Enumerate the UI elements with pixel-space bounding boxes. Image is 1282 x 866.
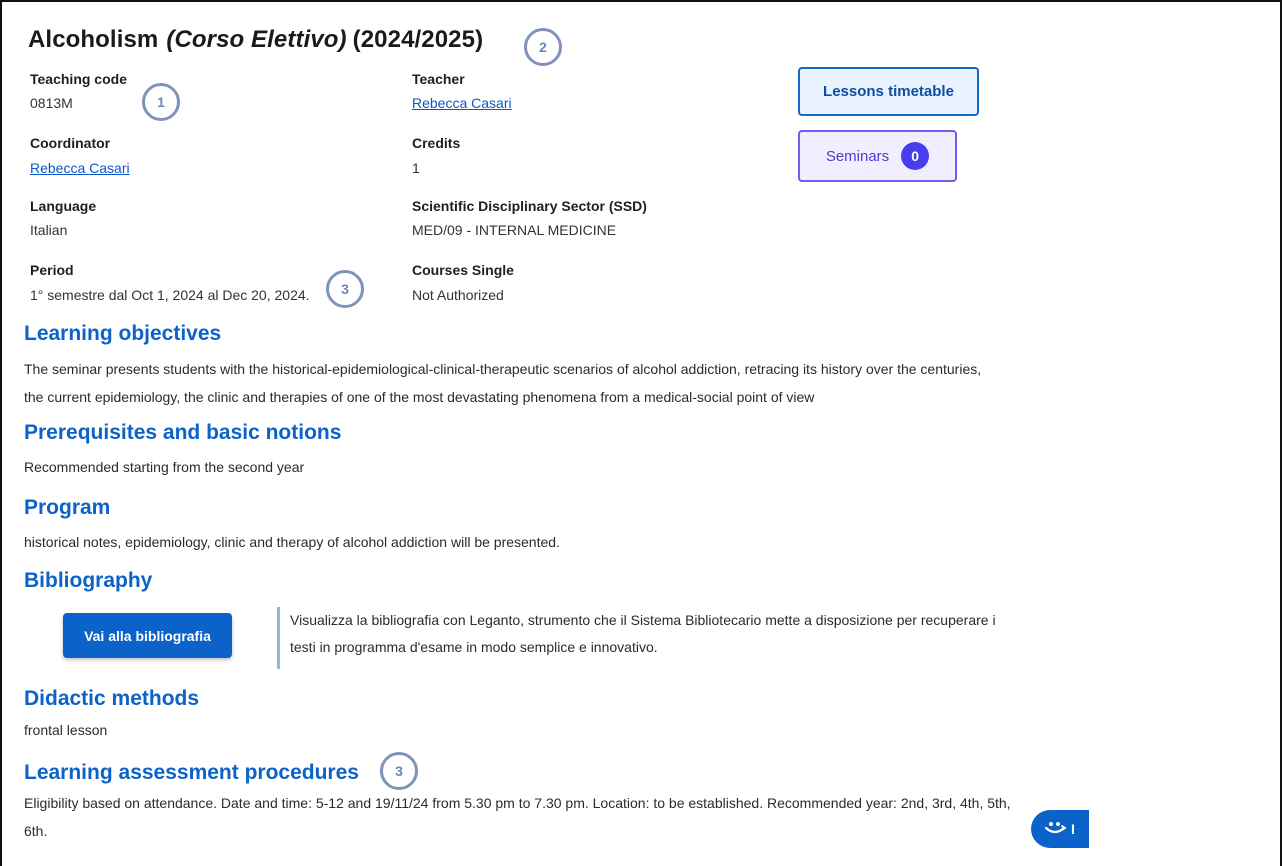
ssd-label: Scientific Disciplinary Sector (SSD) [412,198,647,214]
learning-objectives-line-2: the current epidemiology, the clinic and… [24,389,815,405]
chat-widget-button[interactable]: I [1031,810,1089,848]
course-title: Alcoholism [28,26,159,53]
period-label: Period [30,262,74,278]
seminars-button-label: Seminars [825,147,890,165]
course-year: (2024/2025) [352,26,484,53]
prerequisites-text: Recommended starting from the second yea… [24,459,305,475]
course-title-italic: (Corso Elettivo) [166,26,347,53]
prerequisites-heading: Prerequisites and basic notions [24,421,342,444]
credits-value: 1 [412,160,420,176]
page-title: Alcoholism (Corso Elettivo) (2024/2025) [28,26,483,54]
teaching-code-label: Teaching code [30,71,127,87]
didactic-methods-text: frontal lesson [24,722,108,738]
period-value: 1° semestre dal Oct 1, 2024 al Dec 20, 2… [30,287,310,303]
credits-label: Credits [412,135,461,151]
bibliography-note-line-1: Visualizza la bibliografia con Leganto, … [290,612,996,628]
teacher-link[interactable]: Rebecca Casari [412,95,512,111]
learning-objectives-text: The seminar presents students with the h… [24,355,981,411]
language-label: Language [30,198,97,214]
annotation-marker-1: 1 [142,83,180,121]
assessment-line-1: Eligibility based on attendance. Date an… [24,795,1011,811]
assessment-text: Eligibility based on attendance. Date an… [24,789,1011,845]
teacher-label: Teacher [412,71,465,87]
courses-single-value: Not Authorized [412,287,504,303]
didactic-methods-heading: Didactic methods [24,687,200,710]
smile-chat-icon [1043,819,1067,840]
assessment-line-2: 6th. [24,823,48,839]
learning-objectives-heading: Learning objectives [24,322,222,345]
assessment-heading: Learning assessment procedures [24,761,359,784]
program-text: historical notes, epidemiology, clinic a… [24,534,560,550]
bibliography-heading: Bibliography [24,569,153,592]
lessons-timetable-button[interactable]: Lessons timetable [798,67,979,116]
coordinator-link[interactable]: Rebecca Casari [30,160,130,176]
bibliography-note-line-2: testi in programma d'esame in modo sempl… [290,639,658,655]
learning-objectives-line-1: The seminar presents students with the h… [24,361,982,377]
annotation-marker-3: 3 [326,270,364,308]
program-heading: Program [24,496,111,519]
go-to-bibliography-button[interactable]: Vai alla bibliografia [63,613,232,658]
ssd-value: MED/09 - INTERNAL MEDICINE [412,222,617,238]
seminars-count-badge: 0 [901,142,930,170]
courses-single-label: Courses Single [412,262,514,278]
seminars-button[interactable]: Seminars 0 [798,130,957,182]
bibliography-note: Visualizza la bibliografia con Leganto, … [277,607,1037,669]
teaching-code-value: 0813M [30,95,73,111]
language-value: Italian [30,222,68,238]
chat-widget-label: I [1071,821,1075,837]
annotation-marker-4: 3 [380,752,418,790]
coordinator-label: Coordinator [30,135,111,151]
annotation-marker-2: 2 [524,28,562,66]
